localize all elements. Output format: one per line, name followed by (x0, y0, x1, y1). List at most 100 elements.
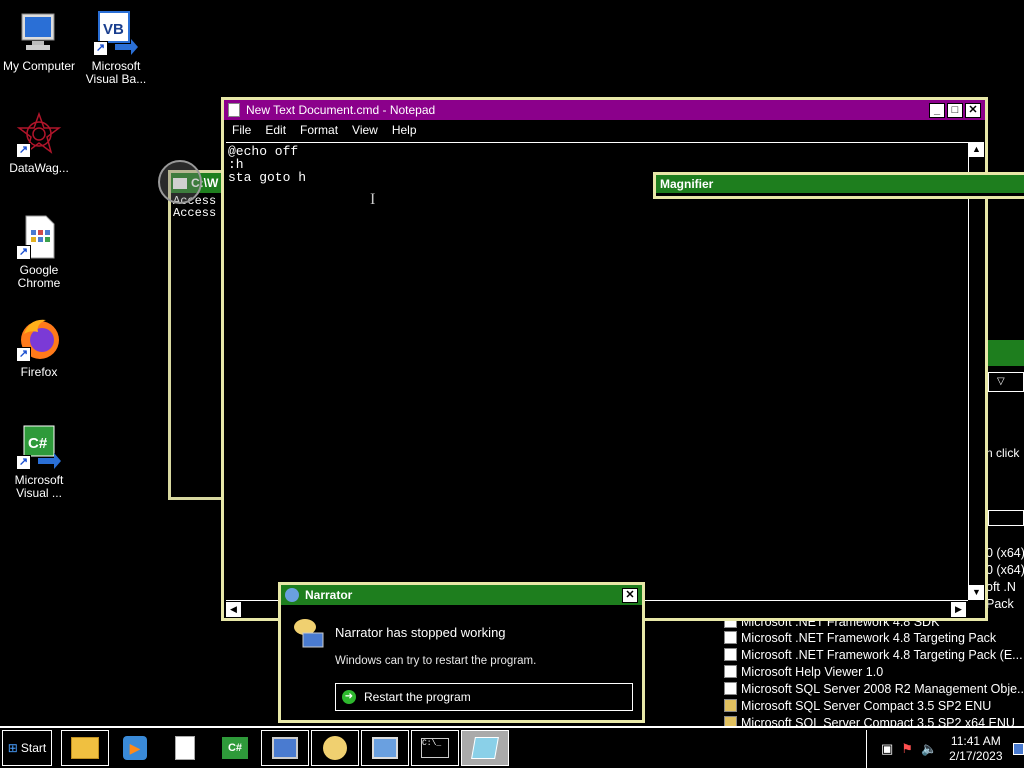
close-button[interactable]: ✕ (965, 102, 981, 118)
taskbar-remote-desktop[interactable] (261, 730, 309, 766)
taskbar-explorer[interactable] (61, 730, 109, 766)
scroll-down-arrow-icon[interactable]: ▼ (969, 585, 984, 600)
narrator-program-icon (291, 617, 325, 651)
taskbar-command-prompt[interactable]: C:\_ (411, 730, 459, 766)
scroll-up-arrow-icon[interactable]: ▲ (969, 142, 984, 157)
list-item-label: Microsoft Help Viewer 1.0 (741, 664, 884, 679)
action-center-flag-icon[interactable]: ⚑ (901, 741, 913, 757)
start-label: Start (20, 741, 47, 755)
cmd-line: Access (173, 206, 217, 220)
desktop-icon-label: DataWag... (9, 161, 69, 175)
scroll-right-arrow-icon[interactable]: ▶ (951, 602, 966, 617)
taskbar-media-player[interactable]: ▶ (111, 730, 159, 766)
list-item[interactable]: Microsoft SQL Server Compact 3.5 SP2 ENU (724, 697, 991, 714)
show-desktop-icon[interactable] (1012, 743, 1024, 755)
green-arrow-icon: ➜ (342, 690, 356, 704)
taskbar-control-panel[interactable] (361, 730, 409, 766)
restart-program-button[interactable]: ➜ Restart the program (335, 683, 633, 711)
notepad-icon (471, 737, 499, 759)
desktop-icon-firefox[interactable]: ↗ Firefox (0, 316, 78, 379)
chevron-down-icon[interactable]: ▽ (988, 372, 1024, 392)
list-item-label: Microsoft .NET Framework 4.8 Targeting P… (741, 630, 997, 645)
taskbar-new-document[interactable] (161, 730, 209, 766)
taskbar: ⊞ Start ▶ C# C:\_ ▣ ⚑ 🔈 11:41 AM 2/17/20… (0, 726, 1024, 768)
desktop-icon-datawag[interactable]: ↗ DataWag... (0, 111, 78, 175)
svg-text:C#: C# (28, 435, 48, 452)
network-icon[interactable]: ▣ (881, 741, 893, 757)
command-prompt-icon: C:\_ (421, 738, 449, 758)
clock-date: 2/17/2023 (949, 749, 1003, 763)
program-icon (724, 631, 737, 644)
program-icon (724, 682, 737, 695)
shortcut-arrow-icon: ↗ (16, 347, 31, 362)
control-panel-icon (372, 737, 398, 759)
list-item[interactable]: Microsoft Help Viewer 1.0 (724, 663, 883, 680)
taskbar-narrator[interactable] (311, 730, 359, 766)
magnifier-title-bar[interactable]: Magnifier (656, 175, 1024, 193)
svg-text:VB: VB (103, 21, 124, 38)
size-grip[interactable] (968, 600, 985, 618)
list-item-label: Microsoft SQL Server Compact 3.5 SP2 ENU (741, 698, 992, 713)
shortcut-arrow-icon: ↗ (16, 245, 31, 260)
menu-help[interactable]: Help (392, 123, 417, 137)
desktop-icon-chrome[interactable]: ↗ Google Chrome (0, 214, 78, 290)
list-item[interactable]: Microsoft .NET Framework 4.8 Targeting P… (724, 646, 1023, 663)
background-window: ▽ n click (986, 340, 1024, 560)
minimize-button[interactable]: _ (929, 102, 945, 118)
chrome-icon: ↗ (16, 214, 62, 260)
background-fragment: 0 (x64) (986, 563, 1024, 577)
desktop-icon-my-computer[interactable]: My Computer (0, 10, 78, 73)
menu-file[interactable]: File (232, 123, 251, 137)
list-item-label: Microsoft .NET Framework 4.8 Targeting P… (741, 647, 1023, 662)
narrator-title-bar[interactable]: Narrator ✕ (281, 585, 642, 605)
narrator-dialog[interactable]: Narrator ✕ Narrator has stopped working … (278, 582, 645, 723)
shortcut-arrow-icon: ↗ (16, 455, 31, 470)
desktop-icon-visual-csharp[interactable]: C# ↗ Microsoft Visual ... (0, 424, 78, 500)
start-button[interactable]: ⊞ Start (2, 730, 52, 766)
desktop: My Computer VB ↗ Microsoft Visual Ba... … (0, 0, 1024, 726)
background-input[interactable] (988, 510, 1024, 526)
notepad-text-area[interactable]: @echo off :h sta goto h I (226, 142, 968, 600)
magnifier-window[interactable]: Magnifier (653, 172, 1024, 199)
notepad-menu-bar: File Edit Format View Help (224, 120, 985, 140)
program-icon (724, 665, 737, 678)
remote-desktop-icon (272, 737, 298, 759)
close-button[interactable]: ✕ (622, 587, 638, 603)
shortcut-arrow-icon: ↗ (16, 143, 31, 158)
volume-icon[interactable]: 🔈 (921, 741, 937, 757)
taskbar-visual-csharp[interactable]: C# (211, 730, 259, 766)
list-item[interactable]: Microsoft SQL Server 2008 R2 Management … (724, 680, 1024, 697)
visual-csharp-icon: C# ↗ (16, 424, 62, 470)
notepad-title-bar[interactable]: New Text Document.cmd - Notepad _ □ ✕ (224, 100, 985, 120)
background-fragment: oft .N (986, 580, 1016, 594)
desktop-icon-visual-basic[interactable]: VB ↗ Microsoft Visual Ba... (77, 10, 155, 86)
taskbar-notepad[interactable] (461, 730, 509, 766)
narrator-message: Windows can try to restart the program. (335, 655, 537, 667)
menu-view[interactable]: View (352, 123, 378, 137)
document-icon (175, 736, 195, 760)
scroll-left-arrow-icon[interactable]: ◀ (226, 602, 241, 617)
background-fragment: Pack (986, 597, 1014, 611)
menu-edit[interactable]: Edit (265, 123, 286, 137)
clock-time: 11:41 AM (950, 734, 1001, 748)
list-item-label: Microsoft SQL Server Compact 3.5 SP2 x64… (741, 715, 1015, 727)
background-window-title-bar (988, 340, 1024, 366)
visual-basic-icon: VB ↗ (93, 10, 139, 56)
folder-icon (71, 737, 99, 759)
clock[interactable]: 11:41 AM 2/17/2023 (949, 734, 1002, 764)
narrator-title: Narrator (305, 588, 353, 602)
cmd-window[interactable]: C:\W Access Access (168, 170, 228, 500)
desktop-icon-label: Google Chrome (17, 263, 61, 290)
vertical-scrollbar[interactable]: ▲ ▼ (968, 142, 985, 600)
restart-program-label: Restart the program (364, 690, 471, 704)
notepad-title: New Text Document.cmd - Notepad (246, 103, 436, 117)
background-fragment: n click (986, 446, 1020, 460)
program-icon (724, 648, 737, 661)
list-item[interactable]: Microsoft SQL Server Compact 3.5 SP2 x64… (724, 714, 1015, 726)
media-player-icon: ▶ (123, 736, 147, 760)
menu-format[interactable]: Format (300, 123, 338, 137)
visual-csharp-icon: C# (222, 737, 248, 759)
program-icon (724, 699, 737, 712)
maximize-button[interactable]: □ (947, 102, 963, 118)
list-item[interactable]: Microsoft .NET Framework 4.8 Targeting P… (724, 629, 996, 646)
